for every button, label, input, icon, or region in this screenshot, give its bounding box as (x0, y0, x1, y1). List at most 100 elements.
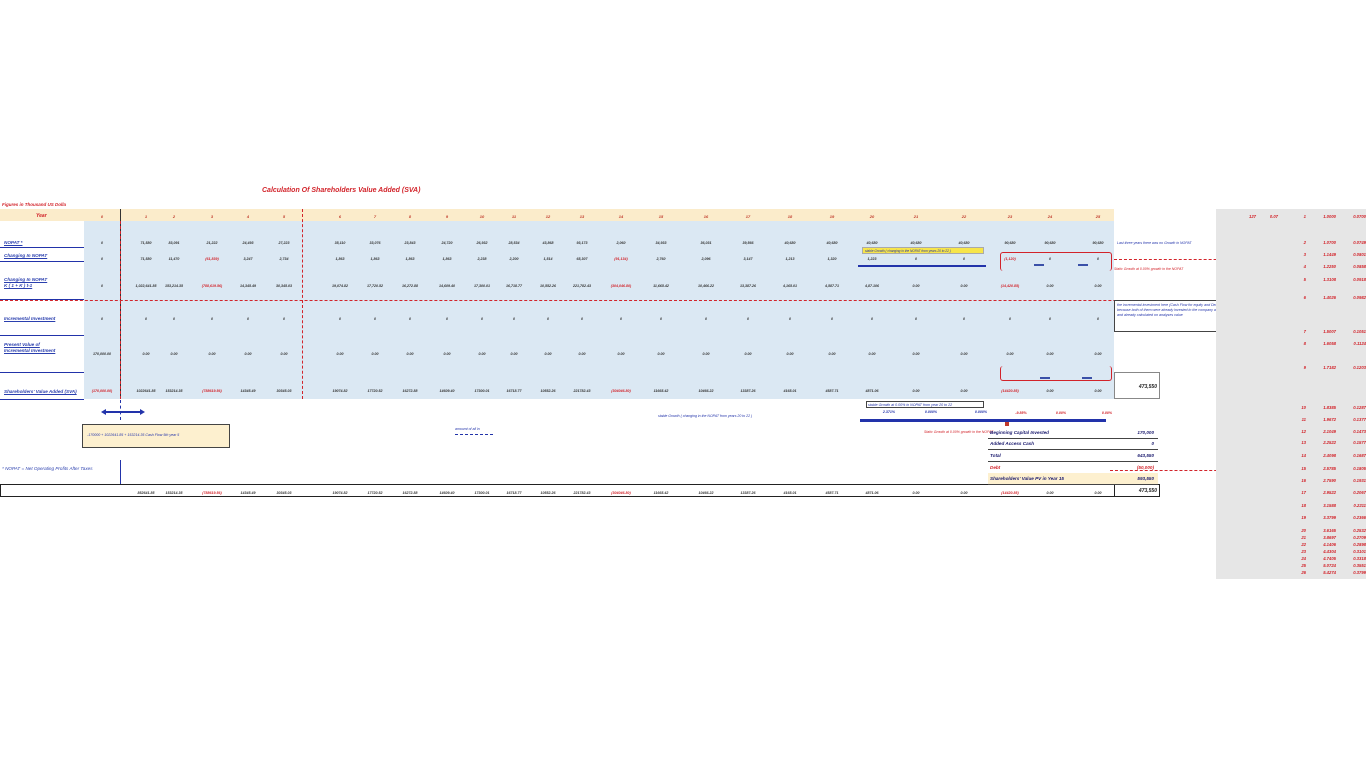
bottom-row-cell: 11665.42 (653, 491, 669, 495)
bottom-row-cell: 10466.22 (698, 491, 714, 495)
cell-nopat: 93,173 (576, 241, 588, 245)
cell-changing-nopat-k: 1,022,641.85 (135, 284, 157, 288)
stable-growth-top-text: stable Growth ( changing in the NOPAT fr… (865, 249, 951, 253)
growth-range-arrow (860, 419, 1106, 422)
cell-changing-nopat-k: 0 (101, 284, 103, 288)
panel-idx-cell: 3 (1303, 252, 1306, 257)
panel-factor-cell: 1.8385 (1323, 405, 1336, 410)
cell-changing-nopat: 1,514 (543, 257, 553, 261)
cell-incremental-investment: 0 (871, 317, 873, 321)
cell-sva: 30345.03 (276, 389, 292, 393)
row-label-nopat: NOPAT * (4, 240, 23, 245)
year-1-marker (120, 221, 121, 399)
cell-sva: 4587.71 (825, 389, 839, 393)
year-header-cell: 5 (282, 214, 286, 219)
cell-sva: 16718.77 (506, 389, 522, 393)
panel-idx-cell: 8 (1303, 341, 1306, 346)
panel-factor-cell: 2.5785 (1323, 466, 1336, 471)
panel-idx-cell: 4 (1303, 264, 1306, 269)
cell-changing-nopat-k: 0.00 (1094, 284, 1102, 288)
panel-factor-cell: 5.0724 (1323, 563, 1336, 568)
cell-pv-incremental: 0.00 (868, 352, 876, 356)
panel-factor-cell: 1.0700 (1323, 240, 1336, 245)
panel-rate-cell: 0.1377 (1353, 417, 1366, 422)
panel-idx-cell: 6 (1303, 295, 1306, 300)
panel-rate-cell: 0.1805 (1353, 466, 1366, 471)
growth-value: 0.000% (974, 410, 988, 414)
bottom-total-value: 473,550 (1138, 488, 1157, 494)
cell-changing-nopat-k: 0.00 (912, 284, 920, 288)
cell-pv-incremental: 170,000.00 (93, 352, 111, 356)
panel-idx-cell: 21 (1301, 535, 1306, 540)
cell-nopat: 71,580 (140, 241, 152, 245)
cell-incremental-investment: 0 (145, 317, 147, 321)
panel-rate-cell: 0.3799 (1353, 570, 1366, 575)
panel-factor-cell: 2.2522 (1323, 440, 1336, 445)
cell-pv-incremental: 0.00 (912, 352, 920, 356)
cell-pv-incremental: 0.00 (443, 352, 451, 356)
panel-idx-cell: 15 (1301, 466, 1306, 471)
cell-pv-incremental: 0.00 (657, 352, 665, 356)
small-label: amoumt of all in (455, 427, 480, 431)
cell-incremental-investment: 0 (446, 317, 448, 321)
dash-mark (1034, 264, 1044, 266)
year-header-cell: 1 (144, 214, 148, 219)
cell-pv-incremental: 0.00 (786, 352, 794, 356)
cell-changing-nopat-k: 221,782.43 (573, 284, 591, 288)
bottom-row-cell: 16718.77 (506, 491, 522, 495)
bottom-row-cell: 0.00 (960, 491, 968, 495)
cell-nopat: 90,680 (1004, 241, 1016, 245)
cell-pv-incremental: 0.00 (1094, 352, 1102, 356)
cell-nopat: 83,091 (168, 241, 180, 245)
cell-nopat: 39,566 (742, 241, 754, 245)
cell-pv-incremental: 0.00 (478, 352, 486, 356)
panel-factor-cell: 3.6165 (1323, 528, 1336, 533)
marker-square (1005, 422, 1009, 426)
cell-incremental-investment: 0 (831, 317, 833, 321)
panel-idx-cell: 7 (1303, 329, 1306, 334)
cell-changing-nopat: 1,213 (785, 257, 795, 261)
panel-factor-cell: 1.0000 (1323, 214, 1336, 219)
cell-pv-incremental: 0.00 (510, 352, 518, 356)
nopat-footnote: * NOPAT = Net Operating Profits After Ta… (2, 466, 93, 471)
bottom-row-cell: 14609.40 (439, 491, 455, 495)
panel-idx-cell: 2 (1303, 240, 1306, 245)
cell-nopat: 33,076 (369, 241, 381, 245)
year-label: Year (36, 213, 47, 219)
cell-pv-incremental: 0.00 (280, 352, 288, 356)
panel-rate-cell: 0.1473 (1353, 429, 1366, 434)
growth-value: -9.85% (1015, 411, 1027, 415)
cell-incremental-investment: 0 (101, 317, 103, 321)
panel-rate-cell: 0.2211 (1353, 503, 1366, 508)
cell-nopat: 36,031 (700, 241, 712, 245)
cell-changing-nopat: 2,238 (477, 257, 487, 261)
bottom-row-cell: 10552.26 (540, 491, 556, 495)
bottom-row-cell: 0.00 (1046, 491, 1054, 495)
cell-changing-nopat: 1,863 (442, 257, 452, 261)
year-header-cell: 17 (745, 214, 751, 219)
panel-rate-cell: 0.1287 (1353, 405, 1366, 410)
cell-nopat: 40,680 (958, 241, 970, 245)
cell-changing-nopat-k: 30,345.03 (276, 284, 292, 288)
growth-value: 0.00% (1055, 411, 1067, 415)
cell-changing-nopat: 2,734 (279, 257, 289, 261)
summary-row-shareholders-value: Shareholders' Value PV in Year 15 593,550 (988, 473, 1158, 485)
cell-incremental-investment: 0 (374, 317, 376, 321)
stable-growth-box: stable Growth at 0.00% in NOPAT from yea… (866, 401, 984, 408)
panel-rate-cell: 0.1931 (1353, 478, 1366, 483)
panel-idx-cell: 25 (1301, 563, 1306, 568)
cell-pv-incremental: 0.00 (617, 352, 625, 356)
cell-nopat: 90,680 (1044, 241, 1056, 245)
cell-changing-nopat: 1,320 (827, 257, 837, 261)
bracket-bottom (1000, 366, 1112, 381)
cell-incremental-investment: 0 (547, 317, 549, 321)
panel-factor-cell: 1.7182 (1323, 365, 1336, 370)
cell-pv-incremental: 0.00 (170, 352, 178, 356)
cell-changing-nopat: 1,863 (335, 257, 345, 261)
cell-sva: 16272.88 (402, 389, 418, 393)
cell-nopat: 35,110 (334, 241, 346, 245)
stable-growth-mid-note: stable Growth ( changing in the NOPAT fr… (658, 414, 753, 418)
cell-changing-nopat-k: 16,272.88 (402, 284, 418, 288)
small-dashed-line (455, 434, 493, 435)
sva-total-cell: 473,550 (1114, 372, 1160, 399)
